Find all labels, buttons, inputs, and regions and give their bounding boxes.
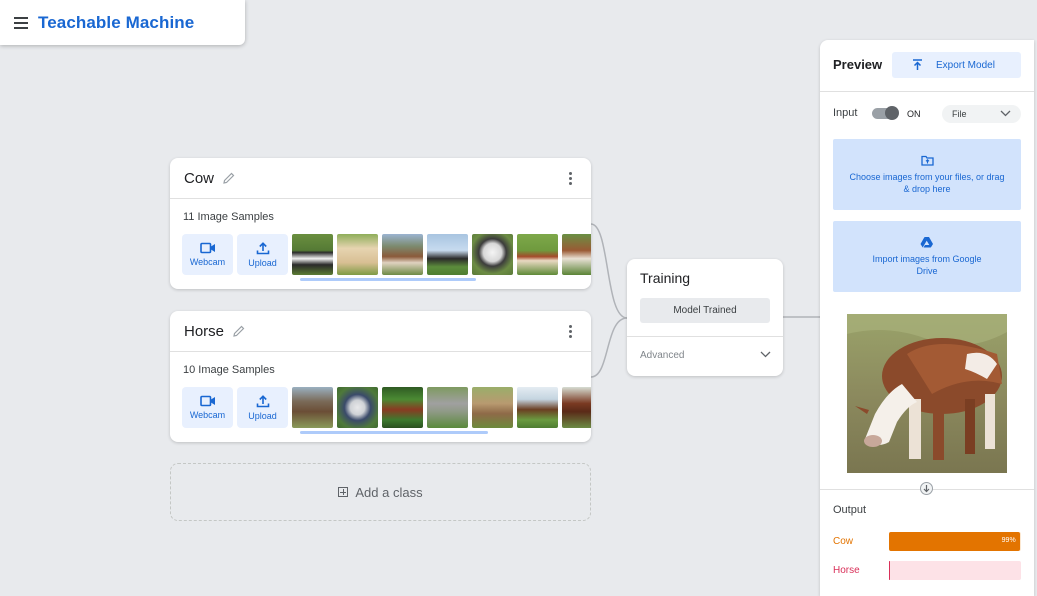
class-name[interactable]: Horse	[184, 323, 224, 340]
preview-header: Preview Export Model	[820, 40, 1034, 92]
training-title: Training	[640, 270, 691, 286]
export-label: Export Model	[936, 59, 995, 71]
confidence-bar-fill	[889, 561, 891, 580]
class-card-cow: Cow 11 Image Samples Webcam Upload	[170, 158, 591, 289]
webcam-button[interactable]: Webcam	[182, 387, 233, 428]
sample-thumbnail[interactable]	[427, 387, 468, 428]
webcam-icon	[199, 395, 215, 407]
input-toggle[interactable]	[872, 106, 899, 120]
export-model-button[interactable]: Export Model	[892, 52, 1021, 78]
arrow-down-icon	[920, 482, 933, 495]
sample-thumbnail[interactable]	[337, 234, 378, 275]
samples-count: 10 Image Samples	[183, 364, 275, 376]
samples-row: Webcam Upload	[170, 234, 591, 281]
input-source-select[interactable]: File	[942, 105, 1021, 123]
samples-row: Webcam Upload	[170, 387, 591, 434]
sample-thumbnail[interactable]	[517, 387, 558, 428]
toggle-state: ON	[907, 109, 921, 119]
input-label: Input	[833, 107, 858, 119]
class-card-header: Horse	[170, 311, 591, 352]
chevron-down-icon	[1000, 110, 1011, 117]
google-drive-import[interactable]: Import images from Google Drive	[833, 221, 1021, 292]
class-card-header: Cow	[170, 158, 591, 199]
sample-thumbnail[interactable]	[382, 234, 423, 275]
more-options-icon[interactable]	[569, 172, 573, 186]
upload-icon	[256, 394, 269, 407]
chevron-down-icon	[760, 351, 771, 358]
upload-icon	[256, 241, 269, 254]
add-class-button[interactable]: Add a class	[170, 463, 591, 521]
webcam-label: Webcam	[189, 257, 226, 267]
output-class-label: Horse	[833, 565, 860, 576]
confidence-bar	[889, 561, 1021, 580]
add-box-icon	[338, 487, 349, 497]
app-header: Teachable Machine	[0, 0, 245, 45]
choose-files-text: Choose images from your files, or drag &…	[849, 171, 1005, 194]
sample-thumbnail[interactable]	[517, 234, 558, 275]
upload-button[interactable]: Upload	[237, 387, 288, 428]
google-drive-text: Import images from Google Drive	[872, 254, 982, 276]
add-class-label: Add a class	[355, 484, 423, 500]
sample-thumbnail[interactable]	[292, 234, 333, 275]
preview-image	[847, 314, 1007, 473]
thumbnail-scrollbar[interactable]	[300, 278, 476, 281]
advanced-label: Advanced	[640, 350, 685, 361]
output-class-label: Cow	[833, 536, 854, 547]
menu-icon[interactable]	[14, 16, 30, 29]
sample-thumbnail[interactable]	[427, 234, 468, 275]
sample-thumbnail[interactable]	[292, 387, 333, 428]
choose-files-dropzone[interactable]: Choose images from your files, or drag &…	[833, 139, 1021, 210]
confidence-value: 99%	[1001, 537, 1016, 544]
advanced-toggle[interactable]: Advanced	[627, 336, 783, 374]
preview-title: Preview	[833, 57, 883, 72]
sample-thumbnail[interactable]	[337, 387, 378, 428]
sample-thumbnail[interactable]	[472, 387, 513, 428]
class-name[interactable]: Cow	[184, 170, 214, 187]
confidence-bar-fill: 99%	[889, 532, 1020, 551]
output-label: Output	[833, 504, 867, 516]
folder-upload-icon	[920, 155, 934, 166]
upload-label: Upload	[248, 257, 277, 268]
training-card: Training Model Trained Advanced	[627, 259, 783, 376]
model-trained-button[interactable]: Model Trained	[640, 298, 770, 323]
more-options-icon[interactable]	[569, 325, 573, 339]
upload-button[interactable]: Upload	[237, 234, 288, 275]
sample-thumbnails[interactable]	[292, 234, 591, 275]
google-drive-icon	[920, 237, 933, 248]
sample-thumbnail[interactable]	[382, 387, 423, 428]
thumbnail-scrollbar[interactable]	[300, 431, 488, 434]
sample-thumbnail[interactable]	[562, 387, 591, 428]
class-card-horse: Horse 10 Image Samples Webcam Upload	[170, 311, 591, 442]
app-title[interactable]: Teachable Machine	[38, 13, 194, 33]
pencil-icon[interactable]	[222, 171, 236, 185]
export-icon	[913, 59, 922, 70]
sample-thumbnails[interactable]	[292, 387, 591, 428]
preview-panel: Preview Export Model Input ON File Choos…	[820, 40, 1034, 596]
sample-thumbnail[interactable]	[472, 234, 513, 275]
webcam-label: Webcam	[189, 410, 226, 420]
confidence-bar: 99%	[889, 532, 1021, 551]
webcam-button[interactable]: Webcam	[182, 234, 233, 275]
input-source-value: File	[952, 109, 967, 119]
webcam-icon	[199, 242, 215, 254]
upload-label: Upload	[248, 410, 277, 421]
samples-count: 11 Image Samples	[183, 211, 274, 223]
pencil-icon[interactable]	[232, 324, 246, 338]
sample-thumbnail[interactable]	[562, 234, 591, 275]
